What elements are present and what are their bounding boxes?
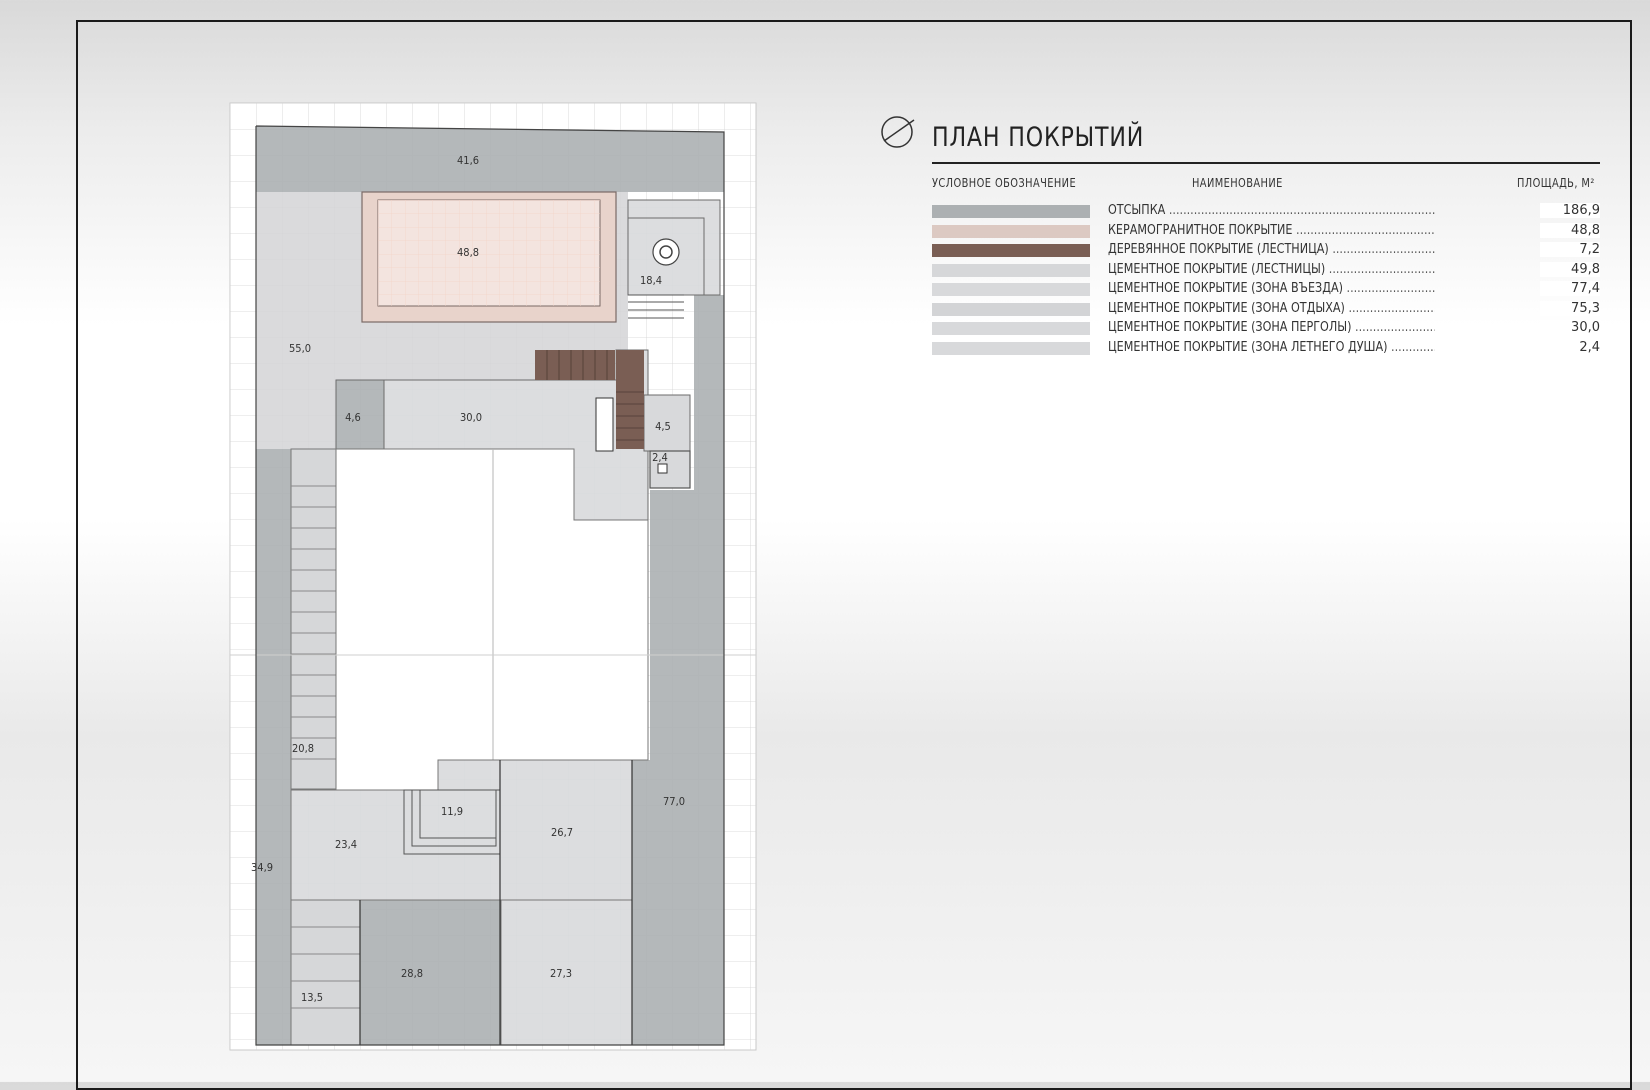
fountain-inner <box>659 245 673 259</box>
legend-item-area: 30,0 <box>1540 320 1600 335</box>
legend-title: ПЛАН ПОКРЫТИЙ <box>932 122 1145 153</box>
area-label: 4,5 <box>655 420 671 433</box>
area-label: 27,3 <box>550 967 572 980</box>
gravel-top-strip <box>256 126 724 192</box>
legend-swatch <box>932 263 1090 277</box>
area-label: 30,0 <box>460 411 482 424</box>
wood-stair-flight-b <box>616 350 644 449</box>
legend-item-area: 48,8 <box>1540 222 1600 238</box>
legend-row: ЦЕМЕНТНОЕ ПОКРЫТИЕ (ЗОНА ПЕРГОЛЫ) 30,0 <box>932 319 1600 339</box>
legend-item-name: ОТСЫПКА <box>1108 203 1435 218</box>
legend: ПЛАН ПОКРЫТИЙ УСЛОВНОЕ ОБОЗНАЧЕНИЕ НАИМЕ… <box>881 116 1600 355</box>
area-label: 2,4 <box>652 451 668 464</box>
legend-item-area: 75,3 <box>1540 300 1600 316</box>
col-header-area: ПЛОЩАДЬ, М² <box>1517 176 1595 190</box>
north-arrow-icon <box>881 116 915 148</box>
legend-row: ЦЕМЕНТНОЕ ПОКРЫТИЕ (ЗОНА ОТДЫХА) 75,3 <box>932 300 1600 320</box>
legend-rows: ОТСЫПКА 186,9 КЕРАМОГРАНИТНОЕ ПОКРЫТИЕ 48,… <box>932 202 1600 358</box>
legend-row: ЦЕМЕНТНОЕ ПОКРЫТИЕ (ЛЕСТНИЦЫ) 49,8 <box>932 261 1600 281</box>
bench <box>595 397 614 452</box>
legend-swatch <box>932 302 1090 316</box>
legend-swatch <box>932 224 1090 238</box>
legend-item-area: 49,8 <box>1540 261 1600 277</box>
area-label: 13,5 <box>301 991 323 1004</box>
legend-swatch <box>932 205 1090 218</box>
legend-item-name: ЦЕМЕНТНОЕ ПОКРЫТИЕ (ЗОНА ЛЕТНЕГО ДУША) <box>1108 340 1435 355</box>
legend-item-area: 186,9 <box>1540 203 1600 218</box>
col-header-name: НАИМЕНОВАНИЕ <box>1192 176 1283 190</box>
shower-mark <box>657 463 668 474</box>
legend-title-row: ПЛАН ПОКРЫТИЙ <box>881 116 1600 164</box>
gravel-left-strip <box>256 449 291 1045</box>
area-label: 11,9 <box>441 805 463 818</box>
legend-row: ЦЕМЕНТНОЕ ПОКРЫТИЕ (ЗОНА ВЪЕЗДА) 77,4 <box>932 280 1600 300</box>
legend-swatch <box>932 322 1090 335</box>
legend-row: ЦЕМЕНТНОЕ ПОКРЫТИЕ (ЗОНА ЛЕТНЕГО ДУША) 2,… <box>932 339 1600 359</box>
legend-swatch <box>932 341 1090 355</box>
area-label: 77,0 <box>663 795 685 808</box>
area-label: 26,7 <box>551 826 573 839</box>
legend-item-name: КЕРАМОГРАНИТНОЕ ПОКРЫТИЕ <box>1108 223 1435 238</box>
legend-item-area: 2,4 <box>1540 339 1600 355</box>
area-label: 4,6 <box>345 411 361 424</box>
legend-swatch <box>932 244 1090 257</box>
legend-row: ОТСЫПКА 186,9 <box>932 202 1600 222</box>
legend-item-name: ЦЕМЕНТНОЕ ПОКРЫТИЕ (ЗОНА ПЕРГОЛЫ) <box>1108 320 1435 335</box>
legend-item-name: ДЕРЕВЯННОЕ ПОКРЫТИЕ (ЛЕСТНИЦА) <box>1108 242 1435 257</box>
area-label: 41,6 <box>457 154 479 167</box>
legend-item-area: 77,4 <box>1540 281 1600 296</box>
area-label: 55,0 <box>289 342 311 355</box>
legend-item-area: 7,2 <box>1540 242 1600 257</box>
stairs-bottom <box>290 899 361 1046</box>
col-header-symbol: УСЛОВНОЕ ОБОЗНАЧЕНИЕ <box>932 176 1077 190</box>
area-label: 48,8 <box>457 246 479 259</box>
legend-row: ДЕРЕВЯННОЕ ПОКРЫТИЕ (ЛЕСТНИЦА) 7,2 <box>932 241 1600 261</box>
gravel-bottom-block <box>360 900 501 1045</box>
legend-row: КЕРАМОГРАНИТНОЕ ПОКРЫТИЕ 48,8 <box>932 222 1600 242</box>
legend-item-name: ЦЕМЕНТНОЕ ПОКРЫТИЕ (ЗОНА ВЪЕЗДА) <box>1108 281 1435 296</box>
area-label: 23,4 <box>335 838 357 851</box>
area-label: 34,9 <box>251 861 273 874</box>
legend-item-name: ЦЕМЕНТНОЕ ПОКРЫТИЕ (ЛЕСТНИЦЫ) <box>1108 262 1435 277</box>
legend-swatch <box>932 283 1090 296</box>
area-label: 20,8 <box>292 742 314 755</box>
area-label: 18,4 <box>640 274 662 287</box>
area-label: 28,8 <box>401 967 423 980</box>
legend-item-name: ЦЕМЕНТНОЕ ПОКРЫТИЕ (ЗОНА ОТДЫХА) <box>1108 301 1435 316</box>
porcelain-tiles <box>378 200 600 306</box>
